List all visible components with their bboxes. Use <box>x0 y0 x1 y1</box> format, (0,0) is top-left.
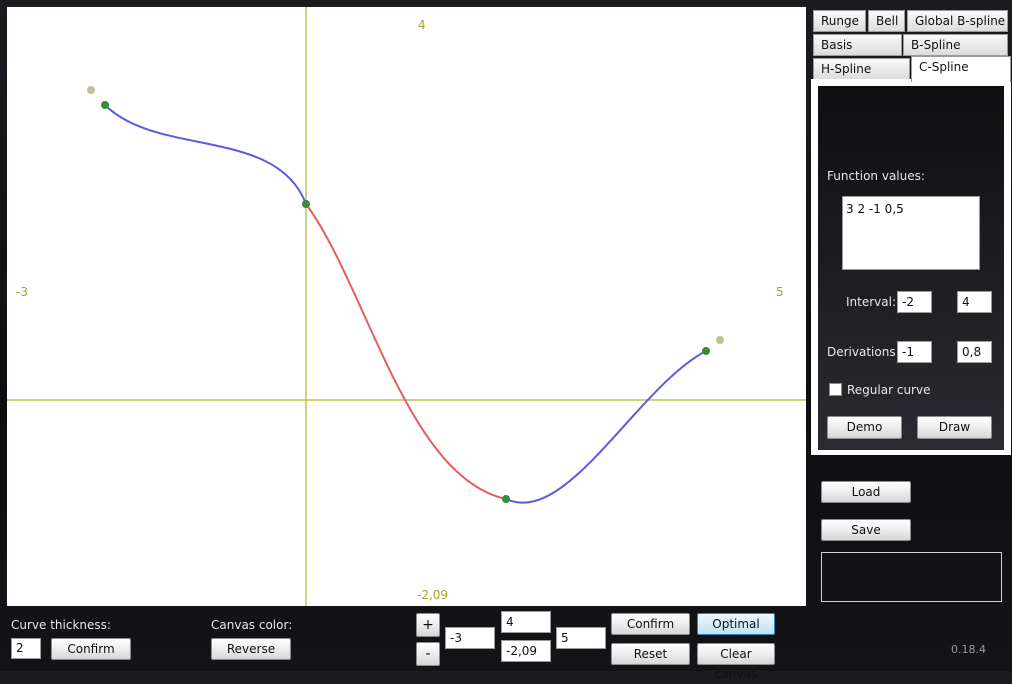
version-label: 0.18.4 <box>951 643 986 656</box>
optimal-button[interactable]: Optimal <box>697 613 775 635</box>
confirm-thickness-button[interactable]: Confirm <box>51 638 131 660</box>
save-button[interactable]: Save <box>821 519 911 541</box>
reverse-button[interactable]: Reverse <box>211 638 291 660</box>
knot-point-2[interactable] <box>302 200 310 208</box>
curve-thickness-label: Curve thickness: <box>11 618 111 632</box>
spline-segment-left <box>104 104 307 205</box>
derivation-from-input[interactable]: -1 <box>897 341 932 363</box>
x-min-input[interactable]: -3 <box>445 627 495 649</box>
tab-bell[interactable]: Bell <box>868 10 905 32</box>
canvas-color-label: Canvas color: <box>211 618 293 632</box>
tab-basis[interactable]: Basis <box>813 34 902 56</box>
load-button[interactable]: Load <box>821 481 911 503</box>
output-box <box>821 552 1002 602</box>
y-min-input[interactable]: -2,09 <box>501 640 551 662</box>
knot-point-3[interactable] <box>502 495 510 503</box>
control-point-right[interactable] <box>716 336 724 344</box>
confirm-range-button[interactable]: Confirm <box>611 613 690 635</box>
reset-button[interactable]: Reset <box>611 643 690 665</box>
plot-svg <box>7 7 806 606</box>
spline-segment-middle <box>305 203 507 500</box>
derivations-label: Derivations: <box>827 345 900 359</box>
axis-label-top: 4 <box>418 18 426 32</box>
clear-canvas-button[interactable]: Clear canvas <box>697 643 775 681</box>
axis-label-bottom: -2,09 <box>417 588 449 602</box>
function-values-input[interactable]: 3 2 -1 0,5 <box>842 196 980 270</box>
tab-runge[interactable]: Runge <box>813 10 866 32</box>
knot-point-1[interactable] <box>101 101 109 109</box>
function-values-label: Function values: <box>827 169 925 183</box>
regular-curve-label: Regular curve <box>847 383 931 397</box>
tab-h-spline[interactable]: H-Spline <box>813 58 910 80</box>
y-max-input[interactable]: 4 <box>501 611 551 633</box>
interval-to-input[interactable]: 4 <box>957 291 992 313</box>
spline-segment-right <box>505 350 707 504</box>
zoom-out-button[interactable]: - <box>416 642 440 666</box>
draw-button[interactable]: Draw <box>917 416 992 439</box>
x-max-input[interactable]: 5 <box>556 627 606 649</box>
axis-label-right: 5 <box>776 285 784 299</box>
drawing-canvas[interactable]: 4 -2,09 -3 5 <box>7 7 806 606</box>
demo-button[interactable]: Demo <box>827 416 902 439</box>
axis-label-left: -3 <box>16 285 28 299</box>
curve-thickness-input[interactable]: 2 <box>11 638 41 659</box>
regular-curve-checkbox[interactable] <box>829 383 842 396</box>
interval-from-input[interactable]: -2 <box>897 291 932 313</box>
tab-b-spline[interactable]: B-Spline <box>903 34 1008 56</box>
control-point-left[interactable] <box>87 86 95 94</box>
zoom-in-button[interactable]: + <box>416 613 440 637</box>
tab-c-spline[interactable]: C-Spline <box>911 56 1011 82</box>
knot-point-4[interactable] <box>702 347 710 355</box>
derivation-to-input[interactable]: 0,8 <box>957 341 992 363</box>
tab-global-b-spline[interactable]: Global B-spline <box>907 10 1008 32</box>
interval-label: Interval: <box>846 295 896 309</box>
